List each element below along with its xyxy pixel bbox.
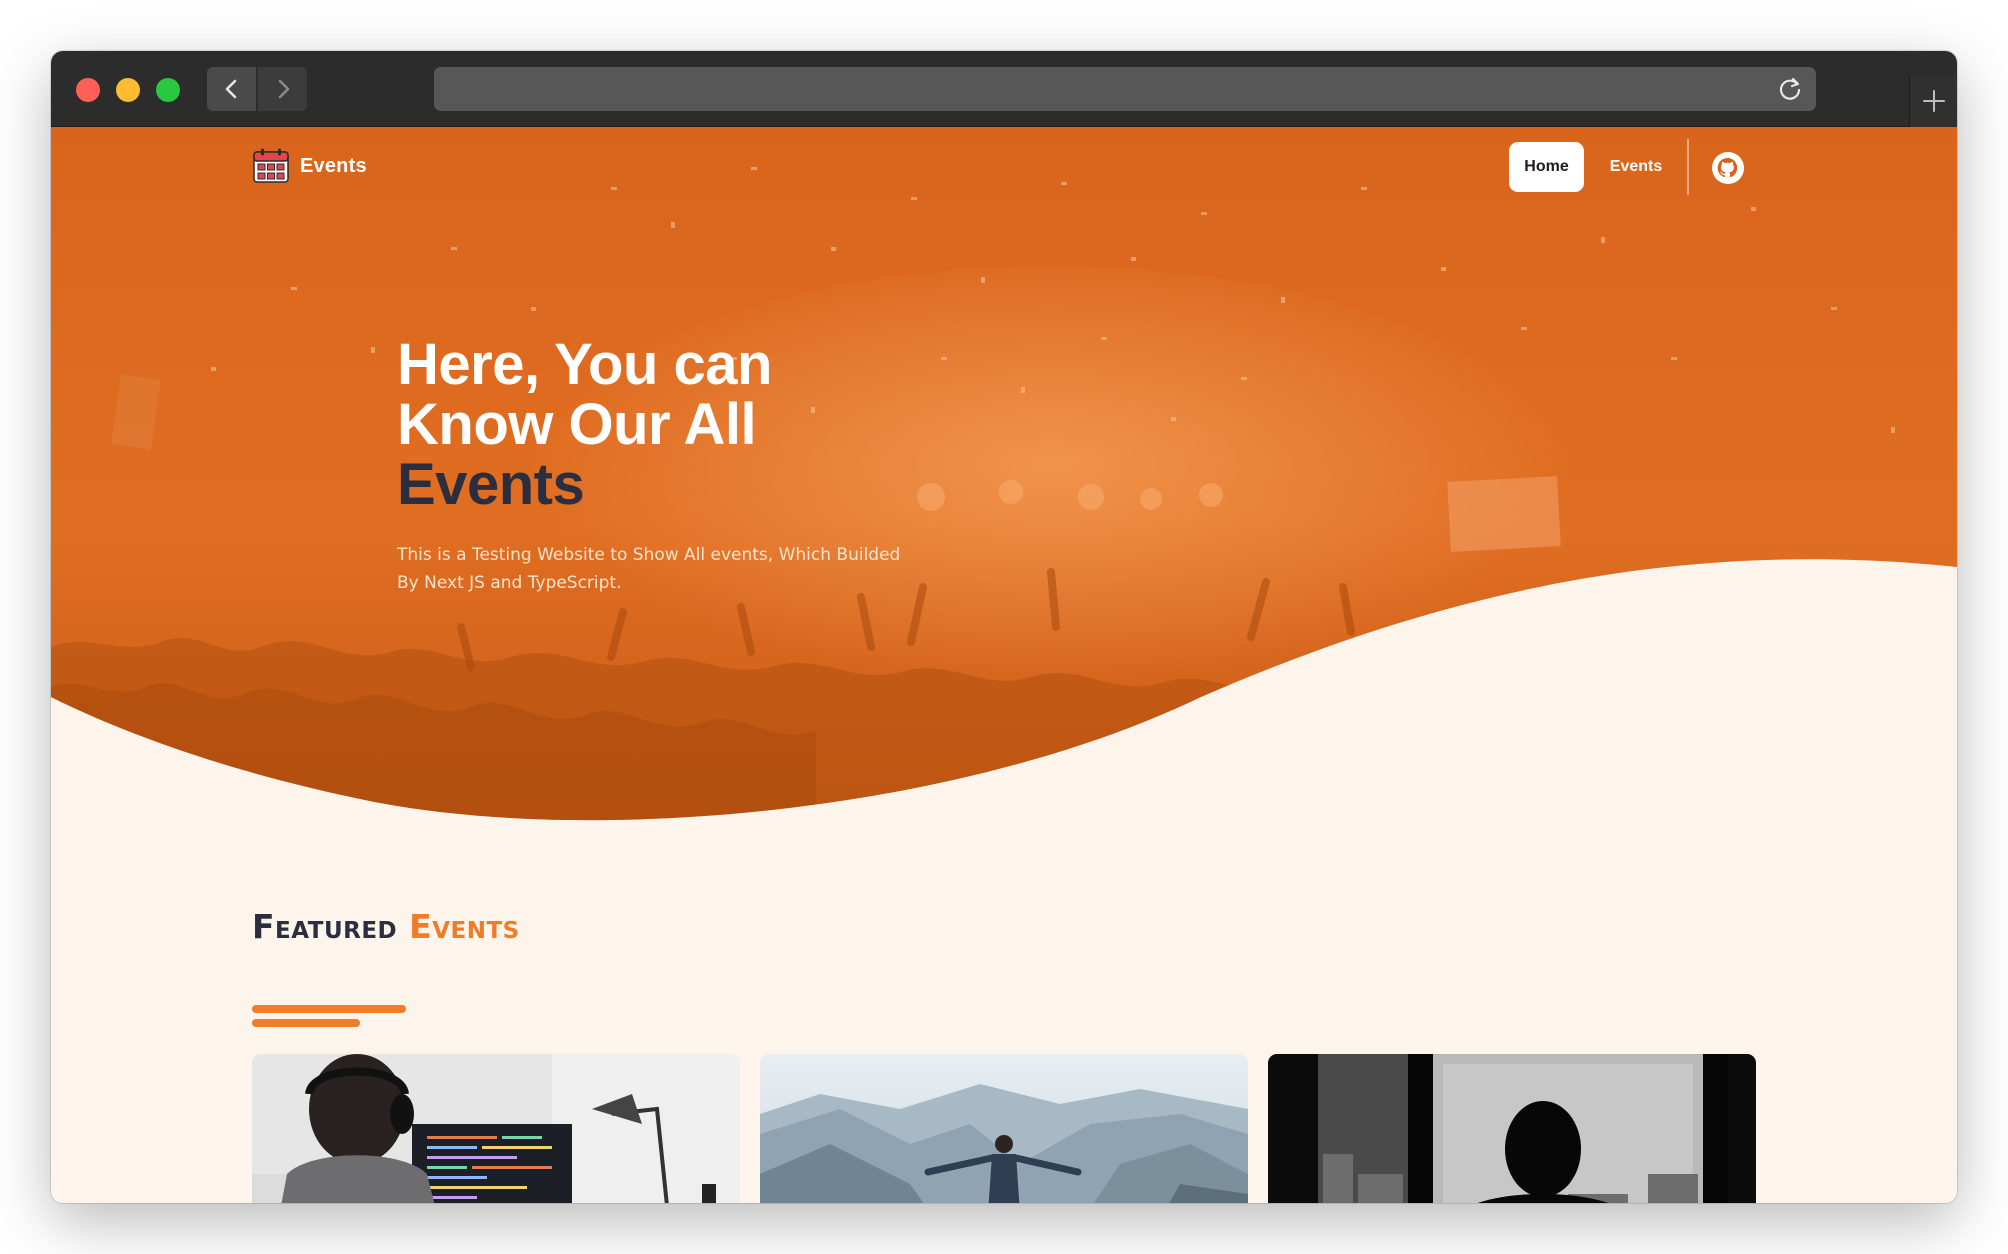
- github-icon[interactable]: [1711, 151, 1745, 185]
- featured-heading-word2: Events: [409, 907, 520, 946]
- page-content: Events Home Events Here, You can Know Ou…: [51, 127, 1957, 1203]
- chevron-left-icon: [225, 79, 236, 99]
- calendar-icon: [253, 148, 289, 183]
- heading-underline-short: [252, 1019, 360, 1027]
- brand-logo-link[interactable]: Events: [252, 147, 367, 185]
- back-button[interactable]: [207, 67, 256, 111]
- event-card[interactable]: [760, 1054, 1248, 1203]
- minimize-window-button[interactable]: [116, 78, 140, 102]
- maximize-window-button[interactable]: [156, 78, 180, 102]
- close-window-button[interactable]: [76, 78, 100, 102]
- nav-link-events[interactable]: Events: [1596, 142, 1676, 192]
- event-card[interactable]: [1268, 1054, 1756, 1203]
- event-card[interactable]: [252, 1054, 740, 1203]
- person-coding-at-desk-photo: [252, 1054, 740, 1203]
- new-tab-button[interactable]: [1909, 75, 1957, 127]
- plus-icon: [1922, 90, 1945, 112]
- silhouette-at-window-photo: [1268, 1054, 1756, 1203]
- heading-underline-long: [252, 1005, 406, 1013]
- browser-toolbar: [51, 51, 1957, 127]
- man-on-mountain-cliff-photo: [760, 1054, 1248, 1203]
- site-navbar: Events Home Events: [51, 127, 1957, 207]
- hero-title-line1: Here, You can: [397, 332, 772, 397]
- nav-divider: [1687, 139, 1689, 195]
- nav-link-home[interactable]: Home: [1509, 142, 1584, 192]
- reload-icon[interactable]: [1776, 75, 1804, 103]
- featured-events-heading: Featured Events: [252, 907, 520, 946]
- hero-subtitle: This is a Testing Website to Show All ev…: [397, 545, 901, 593]
- hero-title-line2: Know Our All: [397, 392, 757, 457]
- chevron-right-icon: [278, 79, 289, 99]
- address-bar[interactable]: [434, 67, 1816, 111]
- hero-title-highlight: Events: [397, 452, 585, 517]
- forward-button[interactable]: [258, 67, 307, 111]
- browser-window: Events Home Events Here, You can Know Ou…: [51, 51, 1957, 1203]
- featured-heading-word1: Featured: [252, 907, 398, 946]
- hero-title: Here, You can Know Our All Events: [397, 335, 1097, 515]
- brand-label: Events: [300, 154, 367, 177]
